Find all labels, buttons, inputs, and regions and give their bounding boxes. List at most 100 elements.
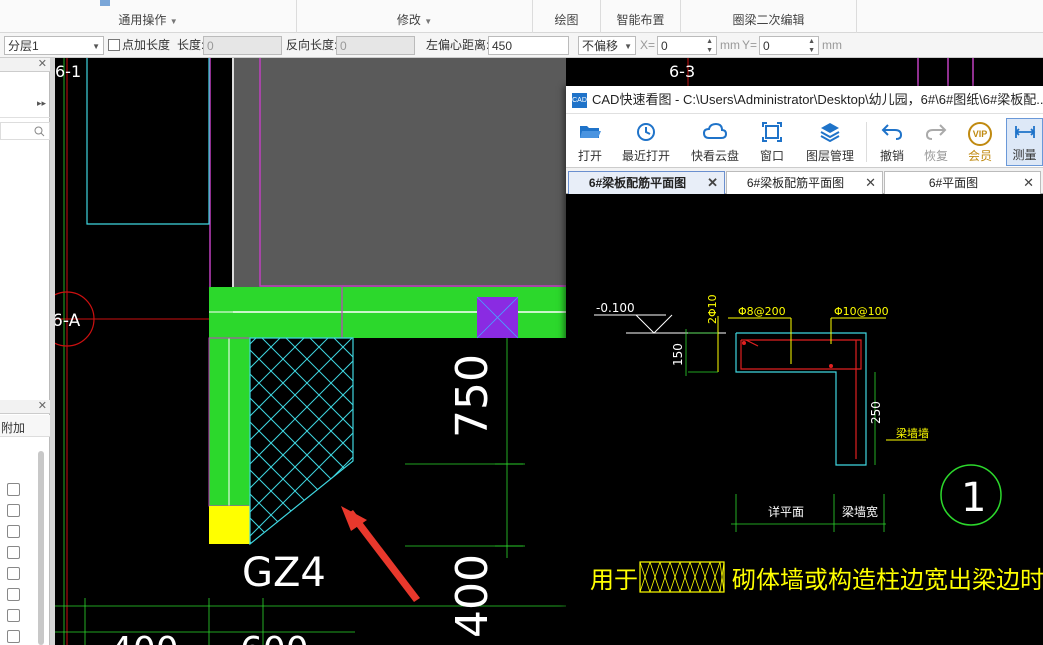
row-checkbox[interactable] bbox=[7, 546, 20, 559]
tab-beam-plan-1[interactable]: 6#梁板配筋平面图 ✕ bbox=[568, 171, 725, 194]
ribbon-group-label: 绘图 bbox=[554, 13, 579, 27]
spinner-icon[interactable]: ▲ ▼ bbox=[706, 37, 713, 55]
cloud-icon bbox=[703, 122, 727, 139]
layers-icon bbox=[820, 123, 840, 142]
hatch-line bbox=[333, 338, 353, 544]
y-input[interactable]: 0 ▲ ▼ bbox=[759, 36, 819, 55]
app-logo-icon: CAD bbox=[572, 93, 587, 108]
note-text: 砌体墙或构造柱边宽出梁边时 bbox=[732, 566, 1043, 594]
redo-button[interactable]: 恢复 bbox=[918, 118, 954, 166]
panel-header: ✕ bbox=[0, 400, 50, 414]
x-label: X= bbox=[640, 38, 656, 52]
row-checkbox[interactable] bbox=[7, 588, 20, 601]
row-checkbox[interactable] bbox=[7, 567, 20, 580]
viewer-toolbar: 打开 最近打开 快看云盘 窗口 图层管理 撤销 恢复 VIP 会员 测量 bbox=[566, 114, 1043, 168]
gray-region bbox=[233, 58, 566, 287]
undo-button[interactable]: 撤销 bbox=[874, 118, 910, 166]
bottom-dimension: 400 bbox=[110, 630, 179, 645]
ribbon-group-label: 修改 ▼ bbox=[396, 13, 433, 27]
window-button[interactable]: 窗口 bbox=[754, 118, 790, 166]
ribbon-group-label: 通用操作 ▼ bbox=[118, 13, 178, 27]
elevation-triangle bbox=[635, 314, 673, 334]
close-icon[interactable]: ✕ bbox=[707, 172, 718, 194]
row-checkbox[interactable] bbox=[7, 630, 20, 643]
recent-open-button[interactable]: 最近打开 bbox=[616, 118, 676, 166]
main-bar-label: Φ10@100 bbox=[834, 305, 889, 318]
ribbon-group-modify[interactable]: 修改 ▼ bbox=[297, 0, 533, 33]
ribbon-group-draw[interactable]: 绘图 bbox=[533, 0, 601, 33]
close-icon[interactable]: ✕ bbox=[1023, 172, 1034, 194]
x-input[interactable]: 0 ▲ ▼ bbox=[657, 36, 717, 55]
viewer-drawing-area[interactable]: -0.100 2Φ10 Φ8@200 Φ10@100 150 250 梁墙墙 详… bbox=[566, 194, 1043, 645]
open-button[interactable]: 打开 bbox=[570, 118, 610, 166]
ribbon-group-ring-beam-edit[interactable]: 圈梁二次编辑 bbox=[681, 0, 857, 33]
chevron-down-icon: ▼ bbox=[624, 42, 632, 51]
toolbar-divider bbox=[866, 122, 867, 162]
stirrup-label: Φ8@200 bbox=[738, 305, 786, 318]
scrollbar[interactable] bbox=[38, 451, 44, 645]
dimension-400: 400 bbox=[447, 554, 498, 638]
detail-drawing: -0.100 2Φ10 Φ8@200 Φ10@100 150 250 梁墙墙 详… bbox=[590, 294, 1043, 594]
measure-button[interactable]: 测量 bbox=[1006, 118, 1043, 166]
layer-manager-button[interactable]: 图层管理 bbox=[800, 118, 860, 166]
row-checkbox[interactable] bbox=[7, 525, 20, 538]
close-icon[interactable]: ✕ bbox=[38, 399, 47, 412]
chevron-down-icon: ▼ bbox=[424, 17, 433, 26]
reverse-length-input[interactable]: 0 bbox=[336, 36, 415, 55]
row-checkbox[interactable] bbox=[7, 504, 20, 517]
row-checkbox[interactable] bbox=[7, 483, 20, 496]
window-icon bbox=[762, 122, 782, 142]
column-gz4[interactable] bbox=[209, 506, 250, 544]
wall-plane-label: 详平面 bbox=[768, 504, 804, 519]
chevron-down-icon: ▼ bbox=[92, 42, 100, 51]
reverse-length-label: 反向长度: bbox=[286, 38, 338, 52]
dimension-750: 750 bbox=[447, 354, 498, 438]
point-length-checkbox[interactable]: 点加长度 bbox=[108, 36, 170, 55]
attach-header: 附加 bbox=[0, 415, 50, 437]
hatch-line bbox=[55, 338, 160, 548]
offset-select[interactable]: 不偏移 ▼ bbox=[578, 36, 636, 55]
hatch-line bbox=[250, 338, 353, 544]
note-prefix: 用于 bbox=[590, 566, 638, 594]
viewer-title: CAD快速看图 - C:\Users\Administrator\Desktop… bbox=[592, 92, 1043, 107]
floor-select[interactable]: 分层1 ▼ bbox=[4, 36, 104, 55]
tab-floor-plan[interactable]: 6#平面图 ✕ bbox=[884, 171, 1041, 194]
property-bar: 分层1 ▼ 点加长度 长度: 0 反向长度: 0 左偏心距离: 450 不偏移 ▼ … bbox=[0, 33, 1043, 58]
rebar-hook bbox=[745, 339, 759, 347]
vip-icon: VIP bbox=[968, 122, 992, 146]
cloud-disk-button[interactable]: 快看云盘 bbox=[684, 118, 746, 166]
rebar-stirrup bbox=[740, 339, 862, 370]
ribbon-group-smart-layout[interactable]: 智能布置 bbox=[601, 0, 681, 33]
column-label: GZ4 bbox=[242, 550, 326, 596]
beam-section bbox=[735, 332, 867, 466]
beam-wall-label: 梁墙墙 bbox=[896, 426, 929, 440]
viewer-titlebar[interactable]: CAD CAD快速看图 - C:\Users\Administrator\Des… bbox=[566, 86, 1043, 114]
cad-viewer-window[interactable]: CAD CAD快速看图 - C:\Users\Administrator\Des… bbox=[566, 86, 1043, 645]
length-label: 长度: bbox=[177, 38, 205, 52]
spinner-icon[interactable]: ▲ ▼ bbox=[808, 37, 815, 55]
elevation-label: -0.100 bbox=[596, 301, 635, 315]
length-input[interactable]: 0 bbox=[203, 36, 282, 55]
tab-beam-plan-2[interactable]: 6#梁板配筋平面图 ✕ bbox=[726, 171, 883, 194]
rebar-label-2phi10: 2Φ10 bbox=[706, 294, 719, 324]
hatch-line bbox=[55, 338, 160, 548]
left-offset-input[interactable]: 450 bbox=[488, 36, 569, 55]
hatch-line bbox=[55, 338, 208, 548]
checkbox-box[interactable] bbox=[108, 39, 120, 51]
hatch-line bbox=[55, 338, 232, 548]
hatch-line bbox=[261, 338, 353, 544]
expand-icon[interactable]: ▸▸ bbox=[37, 98, 46, 109]
bottom-dimension: 600 bbox=[240, 630, 309, 645]
hatch-line bbox=[55, 338, 232, 548]
left-offset-label: 左偏心距离: bbox=[426, 38, 490, 52]
ribbon-group-general[interactable]: 通用操作 ▼ bbox=[0, 0, 297, 33]
panel-search[interactable] bbox=[0, 122, 50, 140]
rebar-dot bbox=[742, 341, 746, 345]
close-icon[interactable]: ✕ bbox=[38, 57, 47, 70]
row-checkbox[interactable] bbox=[7, 609, 20, 622]
close-icon[interactable]: ✕ bbox=[865, 172, 876, 194]
cyan-outline bbox=[86, 58, 210, 225]
search-icon[interactable] bbox=[34, 126, 45, 137]
vip-button[interactable]: VIP 会员 bbox=[962, 118, 998, 166]
dimension-150: 150 bbox=[671, 343, 685, 366]
